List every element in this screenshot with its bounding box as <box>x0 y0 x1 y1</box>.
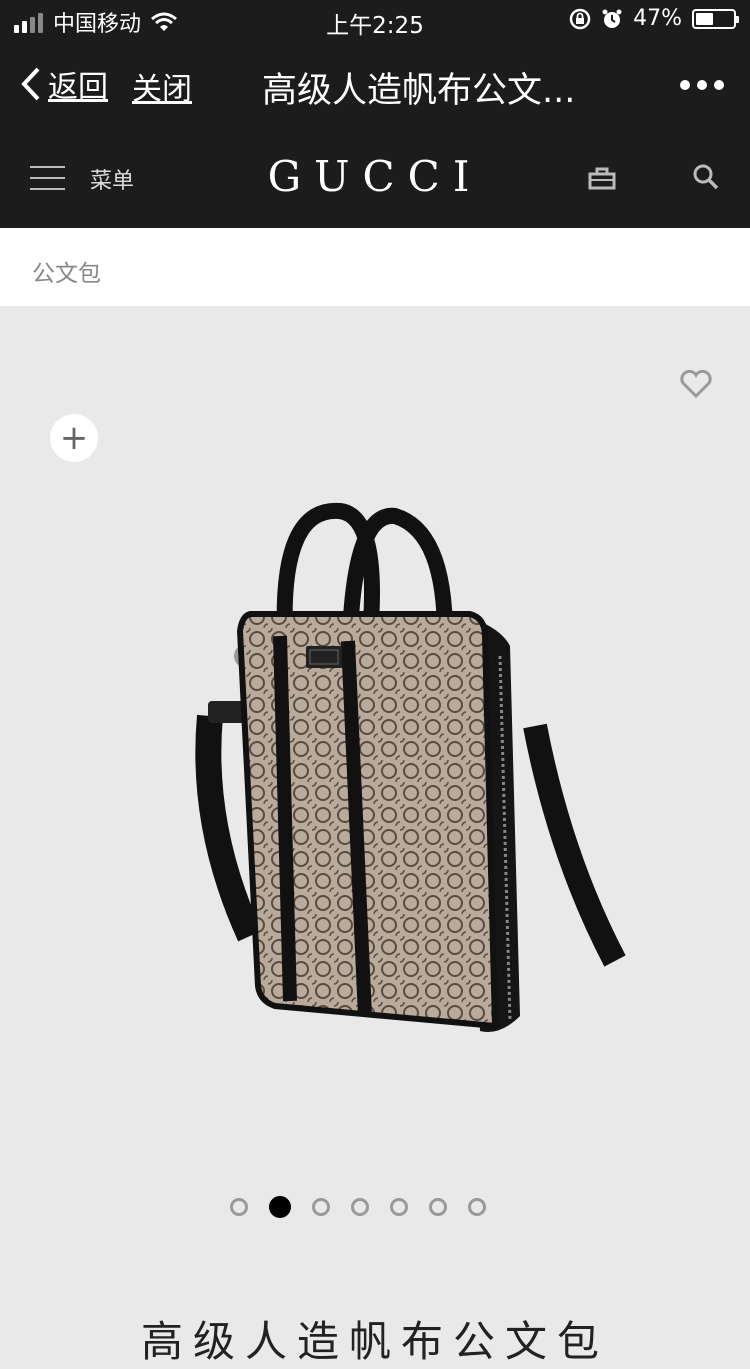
search-icon[interactable] <box>693 164 719 190</box>
site-header: 菜单 GUCCI <box>0 130 750 228</box>
page-title: 高级人造帆布公文... <box>262 71 576 111</box>
pagination-dot[interactable] <box>468 1198 486 1216</box>
more-menu-button[interactable] <box>680 80 724 90</box>
wechat-navbar: 返回 关闭 高级人造帆布公文... <box>0 42 750 130</box>
zoom-plus-button[interactable]: + <box>50 414 98 462</box>
gucci-logo[interactable]: GUCCI <box>0 152 750 201</box>
wishlist-heart-icon[interactable] <box>680 370 712 398</box>
chevron-left-icon <box>21 67 40 101</box>
back-label: 返回 <box>48 70 108 105</box>
pagination-dot[interactable] <box>230 1198 248 1216</box>
breadcrumb-category[interactable]: 公文包 <box>32 254 101 288</box>
close-button[interactable]: 关闭 <box>132 64 192 108</box>
pagination-dot[interactable] <box>269 1196 291 1218</box>
status-bar: 中国移动 上午2:25 47% <box>0 0 750 42</box>
battery-icon <box>692 8 739 29</box>
product-title: 高级人造帆布公文包 <box>140 1317 609 1366</box>
battery-percent: 47% <box>633 6 682 31</box>
back-button[interactable]: 返回 <box>20 62 108 106</box>
product-image-briefcase <box>195 502 626 1032</box>
breadcrumb: 公文包 <box>0 228 750 306</box>
top-bar: 中国移动 上午2:25 47% 返回 关闭 高级人造帆布公文... 菜单 GUC… <box>0 0 750 228</box>
rotation-lock-icon <box>569 8 591 29</box>
shopping-bag-icon[interactable] <box>588 166 616 190</box>
pagination-dot[interactable] <box>312 1198 330 1216</box>
pagination-dot[interactable] <box>429 1198 447 1216</box>
gallery-pagination[interactable] <box>230 1196 486 1218</box>
status-right: 47% <box>569 6 739 31</box>
battery-level <box>696 12 713 25</box>
pagination-dot[interactable] <box>390 1198 408 1216</box>
pagination-dot[interactable] <box>351 1198 369 1216</box>
product-gallery[interactable]: + <box>0 306 750 1256</box>
alarm-icon <box>602 9 622 28</box>
